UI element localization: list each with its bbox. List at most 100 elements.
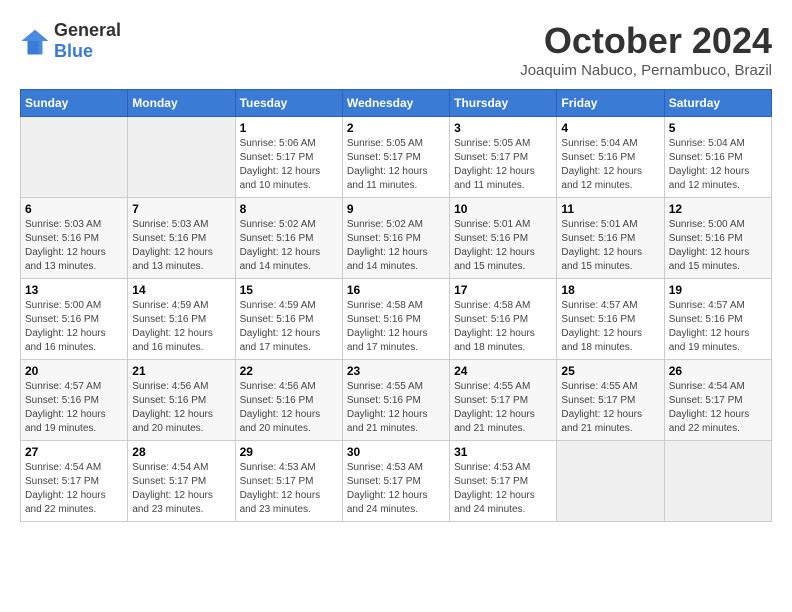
weekday-header-wednesday: Wednesday: [342, 90, 449, 117]
logo-blue: Blue: [54, 41, 93, 61]
day-number: 26: [669, 364, 767, 378]
calendar-cell: 25 Sunrise: 4:55 AMSunset: 5:17 PMDayligh…: [557, 360, 664, 441]
day-number: 30: [347, 445, 445, 459]
day-number: 23: [347, 364, 445, 378]
weekday-header-row: SundayMondayTuesdayWednesdayThursdayFrid…: [21, 90, 772, 117]
calendar-cell: [664, 441, 771, 522]
calendar-cell: [557, 441, 664, 522]
calendar-cell: [128, 117, 235, 198]
day-number: 4: [561, 121, 659, 135]
day-detail: Sunrise: 4:55 AMSunset: 5:17 PMDaylight:…: [561, 380, 659, 436]
day-detail: Sunrise: 4:53 AMSunset: 5:17 PMDaylight:…: [347, 461, 445, 517]
day-number: 29: [240, 445, 338, 459]
calendar-cell: 21Sunrise: 4:56 AMSunset: 5:16 PMDayligh…: [128, 360, 235, 441]
calendar-cell: 26Sunrise: 4:54 AMSunset: 5:17 PMDayligh…: [664, 360, 771, 441]
day-number: 27: [25, 445, 123, 459]
logo: General Blue: [20, 20, 121, 62]
day-number: 31: [454, 445, 552, 459]
day-detail: Sunrise: 4:58 AMSunset: 5:16 PMDaylight:…: [347, 299, 445, 355]
day-detail: Sunrise: 5:04 AMSunset: 5:16 PMDaylight:…: [561, 137, 659, 193]
logo-general: General: [54, 20, 121, 40]
day-detail: Sunrise: 5:04 AMSunset: 5:16 PMDaylight:…: [669, 137, 767, 193]
weekday-header-monday: Monday: [128, 90, 235, 117]
calendar-cell: 29 Sunrise: 4:53 AMSunset: 5:17 PMDayligh…: [235, 441, 342, 522]
calendar-cell: 13 Sunrise: 5:00 AMSunset: 5:16 PMDayligh…: [21, 279, 128, 360]
day-detail: Sunrise: 4:55 AMSunset: 5:16 PMDaylight:…: [347, 380, 445, 436]
day-detail: Sunrise: 4:57 AMSunset: 5:16 PMDaylight:…: [669, 299, 767, 355]
calendar-cell: 4 Sunrise: 5:04 AMSunset: 5:16 PMDaylight…: [557, 117, 664, 198]
day-number: 10: [454, 202, 552, 216]
calendar-cell: 1 Sunrise: 5:06 AMSunset: 5:17 PMDaylight…: [235, 117, 342, 198]
day-detail: Sunrise: 5:06 AMSunset: 5:17 PMDaylight:…: [240, 137, 338, 193]
day-detail: Sunrise: 5:03 AMSunset: 5:16 PMDaylight:…: [132, 218, 230, 274]
day-number: 16: [347, 283, 445, 297]
day-number: 24: [454, 364, 552, 378]
calendar-cell: 10 Sunrise: 5:01 AMSunset: 5:16 PMDayligh…: [450, 198, 557, 279]
calendar-cell: 6 Sunrise: 5:03 AMSunset: 5:16 PMDaylight…: [21, 198, 128, 279]
calendar-cell: 31 Sunrise: 4:53 AMSunset: 5:17 PMDayligh…: [450, 441, 557, 522]
calendar-cell: 9Sunrise: 5:02 AMSunset: 5:16 PMDaylight…: [342, 198, 449, 279]
location: Joaquim Nabuco, Pernambuco, Brazil: [520, 62, 772, 79]
weekday-header-saturday: Saturday: [664, 90, 771, 117]
day-detail: Sunrise: 4:57 AMSunset: 5:16 PMDaylight:…: [25, 380, 123, 436]
day-detail: Sunrise: 4:59 AMSunset: 5:16 PMDaylight:…: [132, 299, 230, 355]
day-detail: Sunrise: 4:57 AMSunset: 5:16 PMDaylight:…: [561, 299, 659, 355]
weekday-header-sunday: Sunday: [21, 90, 128, 117]
calendar-cell: 22 Sunrise: 4:56 AMSunset: 5:16 PMDayligh…: [235, 360, 342, 441]
day-number: 13: [25, 283, 123, 297]
day-detail: Sunrise: 5:00 AMSunset: 5:16 PMDaylight:…: [669, 218, 767, 274]
calendar-cell: 28Sunrise: 4:54 AMSunset: 5:17 PMDayligh…: [128, 441, 235, 522]
day-detail: Sunrise: 5:01 AMSunset: 5:16 PMDaylight:…: [454, 218, 552, 274]
day-detail: Sunrise: 4:54 AMSunset: 5:17 PMDaylight:…: [25, 461, 123, 517]
day-detail: Sunrise: 4:54 AMSunset: 5:17 PMDaylight:…: [132, 461, 230, 517]
calendar-cell: 5 Sunrise: 5:04 AMSunset: 5:16 PMDaylight…: [664, 117, 771, 198]
logo-icon: [20, 26, 50, 56]
day-number: 22: [240, 364, 338, 378]
day-detail: Sunrise: 4:53 AMSunset: 5:17 PMDaylight:…: [240, 461, 338, 517]
calendar-cell: 2 Sunrise: 5:05 AMSunset: 5:17 PMDaylight…: [342, 117, 449, 198]
day-detail: Sunrise: 4:56 AMSunset: 5:16 PMDaylight:…: [240, 380, 338, 436]
calendar-cell: 20 Sunrise: 4:57 AMSunset: 5:16 PMDayligh…: [21, 360, 128, 441]
day-number: 14: [132, 283, 230, 297]
logo-text: General Blue: [54, 20, 121, 62]
calendar-cell: 30 Sunrise: 4:53 AMSunset: 5:17 PMDayligh…: [342, 441, 449, 522]
day-number: 12: [669, 202, 767, 216]
month-title: October 2024: [520, 20, 772, 62]
calendar-body: 1 Sunrise: 5:06 AMSunset: 5:17 PMDaylight…: [21, 117, 772, 522]
day-number: 8: [240, 202, 338, 216]
day-number: 2: [347, 121, 445, 135]
calendar-cell: [21, 117, 128, 198]
calendar-cell: 8 Sunrise: 5:02 AMSunset: 5:16 PMDaylight…: [235, 198, 342, 279]
calendar-cell: 23 Sunrise: 4:55 AMSunset: 5:16 PMDayligh…: [342, 360, 449, 441]
calendar-cell: 18Sunrise: 4:57 AMSunset: 5:16 PMDayligh…: [557, 279, 664, 360]
day-number: 1: [240, 121, 338, 135]
day-number: 3: [454, 121, 552, 135]
calendar-cell: 24Sunrise: 4:55 AMSunset: 5:17 PMDayligh…: [450, 360, 557, 441]
day-detail: Sunrise: 5:02 AMSunset: 5:16 PMDaylight:…: [240, 218, 338, 274]
calendar-week-5: 27 Sunrise: 4:54 AMSunset: 5:17 PMDayligh…: [21, 441, 772, 522]
day-number: 19: [669, 283, 767, 297]
calendar-cell: 14 Sunrise: 4:59 AMSunset: 5:16 PMDayligh…: [128, 279, 235, 360]
title-block: October 2024 Joaquim Nabuco, Pernambuco,…: [520, 20, 772, 79]
day-detail: Sunrise: 4:59 AMSunset: 5:16 PMDaylight:…: [240, 299, 338, 355]
calendar-week-2: 6 Sunrise: 5:03 AMSunset: 5:16 PMDaylight…: [21, 198, 772, 279]
day-detail: Sunrise: 5:03 AMSunset: 5:16 PMDaylight:…: [25, 218, 123, 274]
day-number: 6: [25, 202, 123, 216]
calendar-cell: 12 Sunrise: 5:00 AMSunset: 5:16 PMDayligh…: [664, 198, 771, 279]
day-number: 11: [561, 202, 659, 216]
day-detail: Sunrise: 5:05 AMSunset: 5:17 PMDaylight:…: [454, 137, 552, 193]
calendar-cell: 27 Sunrise: 4:54 AMSunset: 5:17 PMDayligh…: [21, 441, 128, 522]
day-number: 20: [25, 364, 123, 378]
calendar-week-3: 13 Sunrise: 5:00 AMSunset: 5:16 PMDayligh…: [21, 279, 772, 360]
day-detail: Sunrise: 5:05 AMSunset: 5:17 PMDaylight:…: [347, 137, 445, 193]
calendar-week-1: 1 Sunrise: 5:06 AMSunset: 5:17 PMDaylight…: [21, 117, 772, 198]
calendar-cell: 17Sunrise: 4:58 AMSunset: 5:16 PMDayligh…: [450, 279, 557, 360]
day-number: 5: [669, 121, 767, 135]
day-number: 25: [561, 364, 659, 378]
day-detail: Sunrise: 5:00 AMSunset: 5:16 PMDaylight:…: [25, 299, 123, 355]
day-number: 21: [132, 364, 230, 378]
day-detail: Sunrise: 5:01 AMSunset: 5:16 PMDaylight:…: [561, 218, 659, 274]
calendar-cell: 15 Sunrise: 4:59 AMSunset: 5:16 PMDayligh…: [235, 279, 342, 360]
day-detail: Sunrise: 4:53 AMSunset: 5:17 PMDaylight:…: [454, 461, 552, 517]
day-number: 15: [240, 283, 338, 297]
